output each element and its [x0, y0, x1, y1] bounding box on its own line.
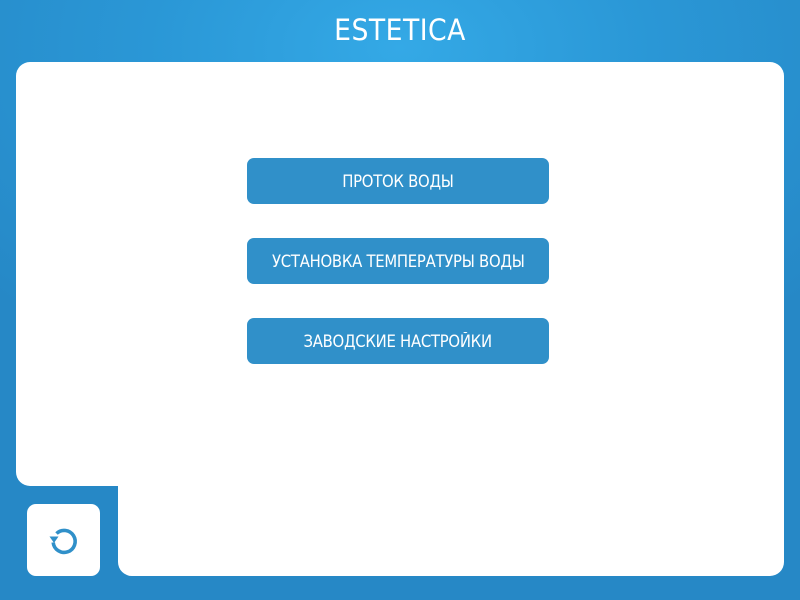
water-flow-label: ПРОТОК ВОДЫ — [342, 171, 454, 191]
water-temperature-button[interactable]: УСТАНОВКА ТЕМПЕРАТУРЫ ВОДЫ — [247, 238, 549, 284]
app-title: ESTETICA — [334, 13, 466, 47]
water-temperature-label: УСТАНОВКА ТЕМПЕРАТУРЫ ВОДЫ — [271, 251, 525, 271]
water-flow-button[interactable]: ПРОТОК ВОДЫ — [247, 158, 549, 204]
back-button[interactable] — [27, 504, 100, 576]
factory-settings-button[interactable]: ЗАВОДСКИЕ НАСТРОЙКИ — [247, 318, 549, 364]
bottom-panel — [118, 470, 784, 576]
factory-settings-label: ЗАВОДСКИЕ НАСТРОЙКИ — [303, 331, 493, 351]
rotate-ccw-icon — [49, 528, 77, 555]
